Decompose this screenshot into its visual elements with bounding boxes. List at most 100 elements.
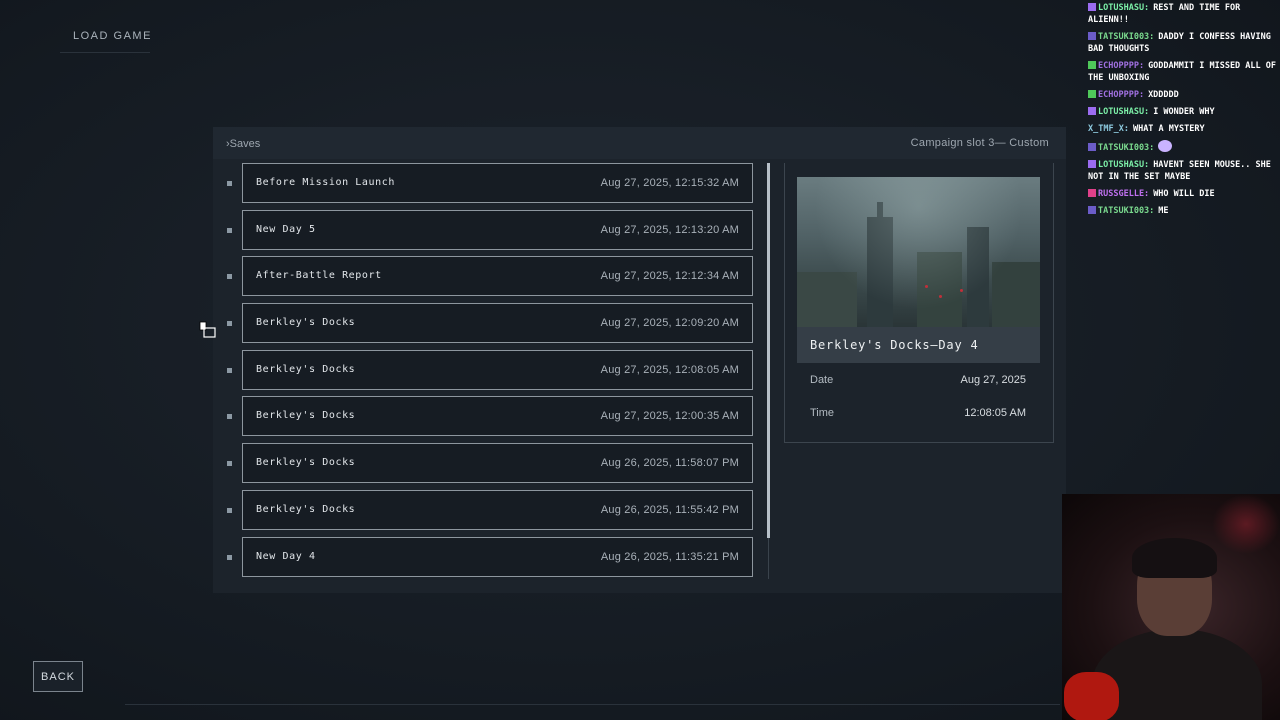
- save-date: Aug 27, 2025, 12:15:32 AM: [600, 177, 739, 189]
- save-name: Before Mission Launch: [256, 177, 396, 188]
- bullet-icon: [227, 507, 232, 513]
- badge-icon: [1088, 206, 1096, 214]
- badge-icon: [1088, 107, 1096, 115]
- chat-username: TATSUKI003:: [1098, 206, 1155, 216]
- save-name: Berkley's Docks: [256, 410, 356, 422]
- save-date: Aug 27, 2025, 12:08:05 AM: [600, 363, 739, 376]
- save-date: Aug 26, 2025, 11:55:42 PM: [600, 503, 739, 516]
- detail-frame: [784, 442, 1054, 443]
- badge-icon: [1088, 90, 1096, 98]
- deco-line-top: [60, 52, 150, 53]
- badge-icon: [1088, 32, 1096, 40]
- save-row: Berkley's Docks Aug 27, 2025, 12:09:20 A…: [213, 303, 769, 344]
- bullet-icon: [227, 274, 232, 280]
- save-entry-button[interactable]: Berkley's Docks Aug 27, 2025, 12:00:35 A…: [242, 396, 753, 437]
- save-entry-button[interactable]: Berkley's Docks Aug 26, 2025, 11:58:07 P…: [242, 443, 753, 484]
- detail-title-bar: Berkley's Docks—Day 4: [797, 327, 1040, 363]
- chat-message: RUSSGELLE: WHO WILL DIE: [1083, 188, 1280, 200]
- chat-username: LOTUSHASU:: [1098, 160, 1150, 170]
- bullet-icon: [227, 414, 232, 420]
- save-entry-button[interactable]: Before Mission Launch Aug 27, 2025, 12:1…: [242, 163, 753, 203]
- save-row: Berkley's Docks Aug 27, 2025, 12:00:35 A…: [213, 396, 769, 437]
- chat-text: XDDDDD: [1148, 90, 1179, 100]
- save-date: Aug 27, 2025, 12:12:34 AM: [600, 270, 739, 283]
- save-list: Before Mission Launch Aug 27, 2025, 12:1…: [213, 163, 769, 583]
- chat-username: LOTUSHASU:: [1098, 107, 1150, 117]
- chat-message: TATSUKI003: DADDY I CONFESS HAVING BAD TH…: [1083, 31, 1280, 55]
- chat-message: LOTUSHASU: REST AND TIME FOR ALIENN!!: [1083, 2, 1280, 26]
- save-row: Berkley's Docks Aug 26, 2025, 11:58:07 P…: [213, 443, 769, 484]
- chat-username: ECHOPPPP:: [1098, 90, 1145, 100]
- bullet-icon: [227, 461, 232, 467]
- save-entry-button[interactable]: Berkley's Docks Aug 26, 2025, 11:55:42 P…: [242, 489, 753, 530]
- save-entry-button[interactable]: New Day 4 Aug 26, 2025, 11:35:21 PM: [242, 536, 753, 577]
- save-entry-button[interactable]: After-Battle Report Aug 27, 2025, 12:12:…: [242, 256, 753, 297]
- save-name: Berkley's Docks: [256, 363, 356, 375]
- save-date: Aug 27, 2025, 12:00:35 AM: [600, 410, 739, 423]
- save-name: Berkley's Docks: [256, 457, 356, 469]
- save-name: After-Battle Report: [256, 270, 382, 282]
- chat-message: TATSUKI003:: [1083, 140, 1280, 154]
- chat-text: WHO WILL DIE: [1153, 189, 1215, 199]
- chat-username: X_TMF_X:: [1088, 124, 1129, 134]
- chat-text: ME: [1158, 206, 1169, 216]
- cursor-icon: [199, 321, 216, 338]
- bullet-icon: [227, 554, 232, 560]
- chat-message: TATSUKI003: ME: [1083, 205, 1280, 217]
- save-entry-button[interactable]: Berkley's Docks Aug 27, 2025, 12:09:20 A…: [242, 303, 753, 344]
- deco-line-bottom: [125, 704, 1060, 705]
- badge-icon: [1088, 61, 1096, 69]
- save-entry-button[interactable]: Berkley's Docks Aug 27, 2025, 12:08:05 A…: [242, 349, 753, 390]
- badge-icon: [1088, 189, 1096, 197]
- chat-text: I WONDER WHY: [1153, 107, 1215, 117]
- badge-icon: [1088, 3, 1096, 11]
- page-title: LOAD GAME: [73, 30, 152, 42]
- date-label: Date: [810, 374, 834, 386]
- chat-username: ECHOPPPP:: [1098, 61, 1145, 71]
- badge-icon: [1088, 143, 1096, 151]
- save-row: New Day 4 Aug 26, 2025, 11:35:21 PM: [213, 536, 769, 577]
- bullet-icon: [227, 321, 232, 327]
- save-entry-button[interactable]: New Day 5 Aug 27, 2025, 12:13:20 AM: [242, 209, 753, 250]
- time-value: 12:08:05 AM: [964, 407, 1026, 419]
- emote-icon: [1158, 140, 1173, 152]
- date-value: Aug 27, 2025: [960, 374, 1026, 386]
- save-date: Aug 26, 2025, 11:35:21 PM: [600, 550, 739, 563]
- save-row: Before Mission Launch Aug 27, 2025, 12:1…: [213, 163, 769, 203]
- saves-panel: ›Saves Campaign slot 3— Custom Before Mi…: [213, 127, 1066, 593]
- chat-message: ECHOPPPP: XDDDDD: [1083, 89, 1280, 101]
- chat-username: TATSUKI003:: [1098, 143, 1155, 153]
- badge-icon: [1088, 160, 1096, 168]
- save-row: Berkley's Docks Aug 26, 2025, 11:55:42 P…: [213, 489, 769, 530]
- chat-message: X_TMF_X: WHAT A MYSTERY: [1083, 123, 1280, 135]
- back-button[interactable]: BACK: [33, 661, 83, 692]
- save-row: Berkley's Docks Aug 27, 2025, 12:08:05 A…: [213, 349, 769, 390]
- save-row: After-Battle Report Aug 27, 2025, 12:12:…: [213, 256, 769, 297]
- bullet-icon: [227, 367, 232, 373]
- detail-title: Berkley's Docks—Day 4: [810, 338, 979, 352]
- campaign-slot-label: Campaign slot 3— Custom: [910, 137, 1049, 149]
- chat-message: LOTUSHASU: I WONDER WHY: [1083, 106, 1280, 118]
- chat-message: ECHOPPPP: GODDAMMIT I MISSED ALL OF THE U…: [1083, 60, 1280, 84]
- scrollbar-thumb[interactable]: [767, 163, 770, 538]
- save-date: Aug 27, 2025, 12:13:20 AM: [600, 223, 739, 236]
- detail-frame: [784, 163, 785, 443]
- breadcrumb: ›Saves: [226, 138, 261, 150]
- save-row: New Day 5 Aug 27, 2025, 12:13:20 AM: [213, 209, 769, 250]
- save-name: Berkley's Docks: [256, 503, 356, 515]
- save-name: New Day 5: [256, 223, 316, 235]
- webcam-overlay: [1062, 494, 1280, 720]
- save-name: Berkley's Docks: [256, 317, 356, 329]
- save-preview-image: [797, 177, 1040, 327]
- bullet-icon: [227, 227, 232, 233]
- chat-username: TATSUKI003:: [1098, 32, 1155, 42]
- save-date: Aug 27, 2025, 12:09:20 AM: [600, 317, 739, 330]
- chat-username: RUSSGELLE:: [1098, 189, 1150, 199]
- save-date: Aug 26, 2025, 11:58:07 PM: [600, 457, 739, 470]
- chat-username: LOTUSHASU:: [1098, 3, 1150, 13]
- panel-header: ›Saves Campaign slot 3— Custom: [213, 127, 1066, 159]
- chat-text: WHAT A MYSTERY: [1132, 124, 1205, 134]
- time-label: Time: [810, 407, 835, 419]
- save-name: New Day 4: [256, 550, 316, 562]
- stream-chat: LOTUSHASU: REST AND TIME FOR ALIENN!! TAT…: [1083, 2, 1280, 222]
